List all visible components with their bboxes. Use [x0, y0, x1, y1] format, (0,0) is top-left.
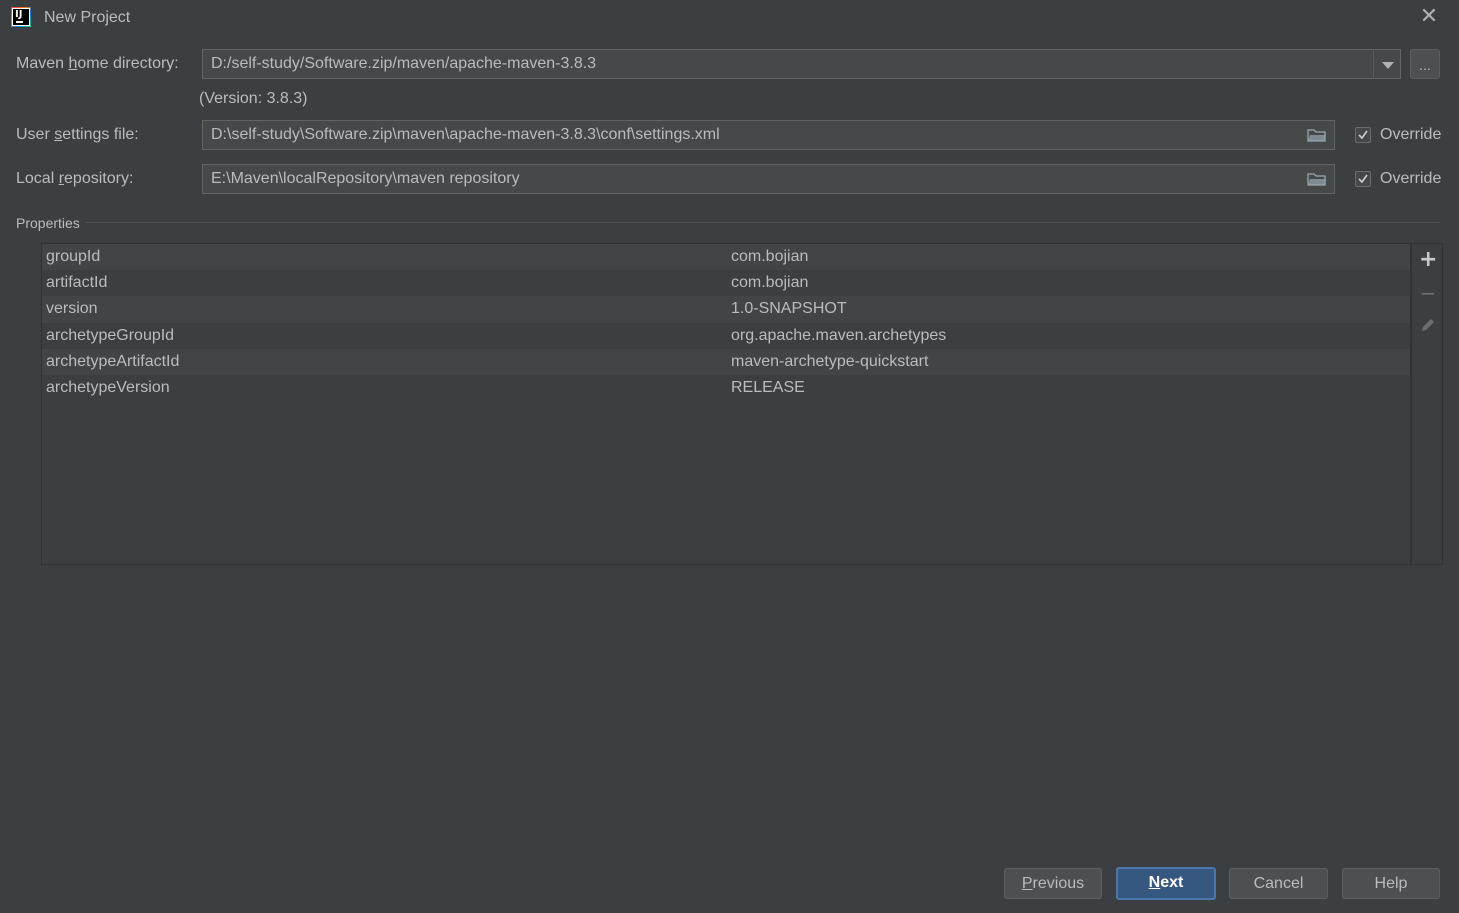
- property-value[interactable]: 1.0-SNAPSHOT: [731, 300, 847, 318]
- title-bar: IJ New Project ✕: [0, 0, 1459, 36]
- table-row[interactable]: archetypeArtifactId maven-archetype-quic…: [42, 348, 1410, 375]
- maven-home-input[interactable]: D:/self-study/Software.zip/maven/apache-…: [202, 49, 1374, 79]
- user-settings-input[interactable]: D:\self-study\Software.zip\maven\apache-…: [202, 120, 1335, 150]
- window-title: New Project: [44, 9, 131, 26]
- section-divider: [86, 222, 1440, 223]
- property-value[interactable]: RELEASE: [731, 379, 805, 397]
- property-key: archetypeVersion: [46, 378, 170, 396]
- chevron-down-icon[interactable]: [1373, 49, 1401, 79]
- property-key: artifactId: [46, 274, 108, 292]
- property-value[interactable]: maven-archetype-quickstart: [731, 353, 928, 371]
- table-row[interactable]: artifactId com.bojian: [42, 270, 1410, 296]
- help-button[interactable]: Help: [1342, 868, 1440, 899]
- property-key: archetypeArtifactId: [46, 352, 180, 370]
- local-repository-label: Local repository:: [16, 170, 134, 187]
- property-key: groupId: [46, 248, 101, 265]
- user-settings-override-checkbox[interactable]: [1355, 127, 1371, 143]
- browse-button[interactable]: ...: [1410, 49, 1440, 79]
- property-key: version: [46, 300, 98, 318]
- local-repository-override-checkbox[interactable]: [1355, 171, 1371, 187]
- local-repository-input[interactable]: E:\Maven\localRepository\maven repositor…: [202, 164, 1335, 194]
- property-value[interactable]: org.apache.maven.archetypes: [731, 327, 946, 345]
- plus-icon[interactable]: +: [1419, 249, 1437, 271]
- user-settings-label: User settings file:: [16, 126, 139, 143]
- table-row[interactable]: version 1.0-SNAPSHOT: [42, 296, 1410, 323]
- intellij-idea-icon: IJ: [11, 7, 31, 27]
- table-row[interactable]: archetypeVersion RELEASE: [42, 375, 1410, 401]
- property-key: archetypeGroupId: [46, 326, 175, 344]
- table-row[interactable]: archetypeGroupId org.apache.maven.archet…: [42, 323, 1410, 349]
- folder-icon[interactable]: [1307, 171, 1327, 187]
- local-repository-override-label[interactable]: Override: [1380, 170, 1441, 188]
- pencil-icon[interactable]: [1419, 316, 1437, 334]
- properties-title: Properties: [16, 215, 80, 231]
- property-value[interactable]: com.bojian: [731, 248, 808, 266]
- maven-home-label: Maven home directory:: [16, 55, 179, 72]
- properties-toolbar: + −: [1411, 243, 1443, 565]
- close-icon[interactable]: ✕: [1419, 6, 1439, 28]
- minus-icon[interactable]: −: [1419, 283, 1437, 303]
- table-row[interactable]: groupId com.bojian: [42, 244, 1410, 271]
- user-settings-override-label[interactable]: Override: [1380, 126, 1441, 144]
- next-button[interactable]: Next: [1116, 867, 1216, 900]
- maven-version-note: (Version: 3.8.3): [199, 90, 308, 107]
- cancel-button[interactable]: Cancel: [1229, 868, 1328, 899]
- property-value[interactable]: com.bojian: [731, 274, 808, 292]
- previous-button[interactable]: Previous: [1004, 868, 1102, 899]
- folder-icon[interactable]: [1307, 127, 1327, 143]
- properties-table: groupId com.bojian artifactId com.bojian…: [41, 243, 1411, 565]
